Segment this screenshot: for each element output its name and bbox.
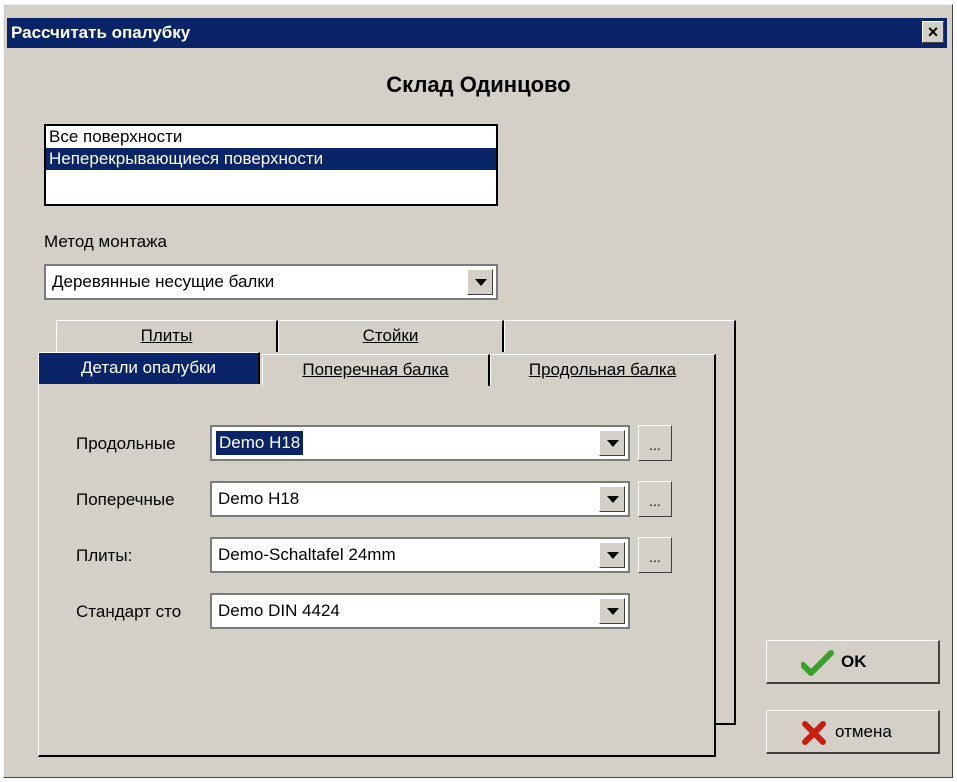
field-label: Продольные <box>76 434 176 453</box>
plates-select[interactable]: Demo-Schaltafel 24mm <box>210 537 630 573</box>
field-label: Поперечные <box>76 490 175 509</box>
field-value: Demo-Schaltafel 24mm <box>218 545 396 564</box>
close-button[interactable]: × <box>922 21 944 43</box>
cancel-button[interactable]: отмена <box>766 710 940 754</box>
browse-button[interactable]: ... <box>638 537 672 573</box>
window-title: Рассчитать опалубку <box>11 23 191 42</box>
chevron-down-icon[interactable] <box>599 598 625 624</box>
field-value: Demo H18 <box>214 430 305 456</box>
tab-longitudinal-beam[interactable]: Продольная балка <box>490 354 716 386</box>
surfaces-listbox[interactable]: Все поверхности Неперекрывающиеся поверх… <box>44 124 498 206</box>
tab-label: Продольная балка <box>528 360 677 379</box>
list-item[interactable]: Неперекрывающиеся поверхности <box>46 148 496 170</box>
field-value: Demo H18 <box>218 489 300 508</box>
browse-button[interactable]: ... <box>638 481 672 517</box>
tab-label: Плиты <box>140 326 193 345</box>
chevron-down-icon[interactable] <box>467 269 493 295</box>
tab-formwork-details[interactable]: Детали опалубки <box>38 352 260 384</box>
field-label: Плиты: <box>76 546 133 565</box>
field-label: Стандарт сто <box>76 602 182 621</box>
field-value: Demo DIN 4424 <box>218 601 340 620</box>
x-icon <box>802 721 826 745</box>
cancel-label: отмена <box>835 722 892 741</box>
tab-props[interactable]: Стойки <box>278 320 504 352</box>
tab-label: Детали опалубки <box>81 358 216 377</box>
tab-empty <box>504 320 736 352</box>
longitudinal-select[interactable]: Demo H18 <box>210 425 630 461</box>
tab-plates[interactable]: Плиты <box>56 320 278 352</box>
check-icon <box>801 650 834 676</box>
chevron-down-icon[interactable] <box>599 542 625 568</box>
chevron-down-icon[interactable] <box>599 486 625 512</box>
method-select[interactable]: Деревянные несущие балки <box>44 264 498 300</box>
method-label: Метод монтажа <box>44 232 167 251</box>
close-icon: × <box>927 22 939 42</box>
browse-button[interactable]: ... <box>638 425 672 461</box>
list-item[interactable]: Все поверхности <box>46 126 496 148</box>
ok-label: OK <box>841 652 867 671</box>
tab-label: Поперечная балка <box>302 360 449 379</box>
tab-cross-beam[interactable]: Поперечная балка <box>262 354 490 386</box>
page-title: Склад Одинцово <box>386 72 571 97</box>
tab-label: Стойки <box>362 326 419 345</box>
chevron-down-icon[interactable] <box>599 430 625 456</box>
cross-select[interactable]: Demo H18 <box>210 481 630 517</box>
standard-select[interactable]: Demo DIN 4424 <box>210 593 630 629</box>
ok-button[interactable]: OK <box>766 640 940 684</box>
title-bar: Рассчитать опалубку × <box>7 18 947 48</box>
method-value: Деревянные несущие балки <box>52 272 275 291</box>
